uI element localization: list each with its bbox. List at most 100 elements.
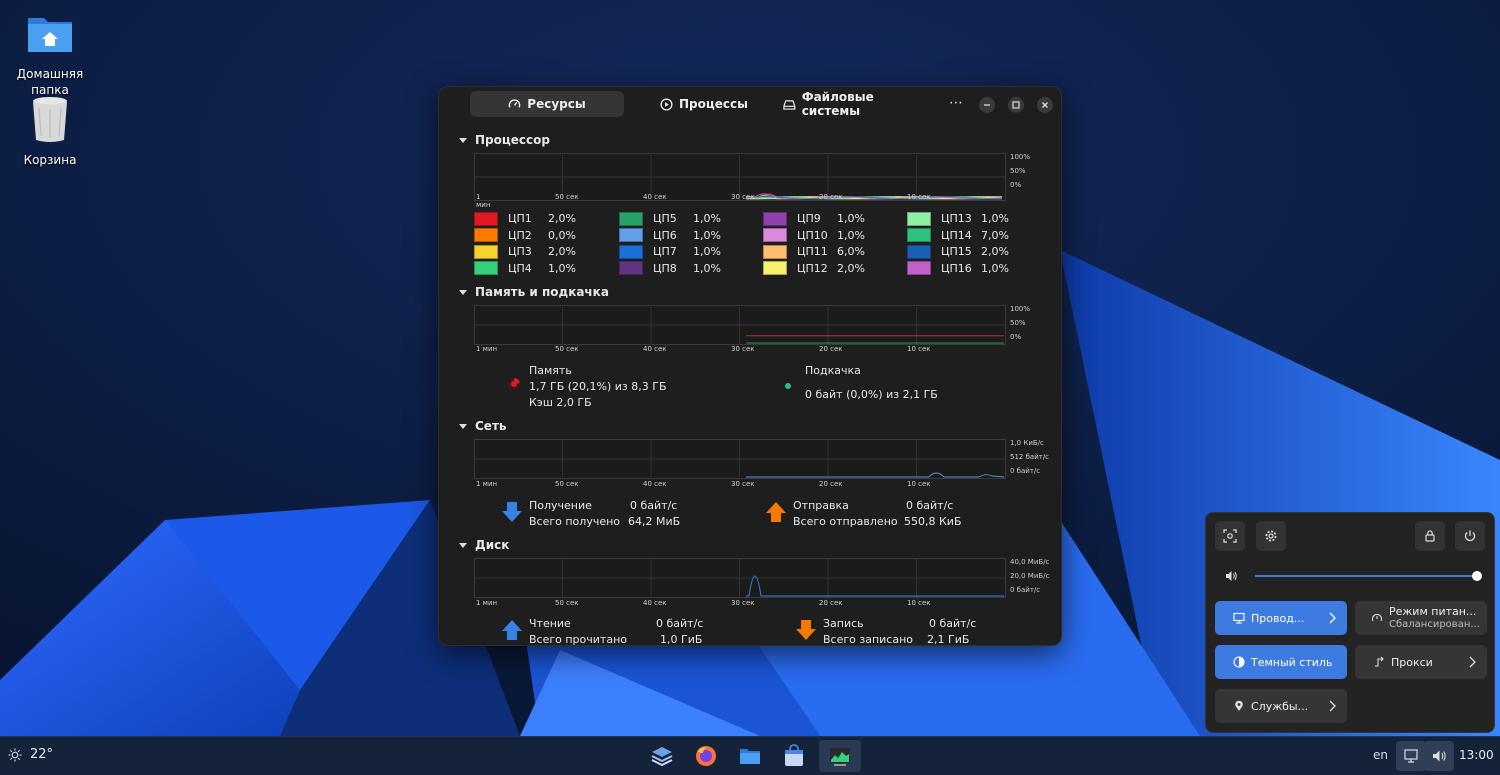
proxy-toggle[interactable]: Прокси <box>1355 645 1487 679</box>
cpu-core-name: ЦП12 <box>797 261 828 275</box>
color-swatch[interactable] <box>619 244 643 259</box>
y-axis-label: 50% <box>1010 167 1026 175</box>
location-services-toggle[interactable]: Службы... <box>1215 689 1347 723</box>
color-swatch[interactable] <box>907 244 931 259</box>
taskbar-app-software[interactable] <box>775 740 813 772</box>
memory-graph-canvas <box>474 305 1006 345</box>
color-swatch[interactable] <box>474 228 498 242</box>
color-swatch[interactable] <box>907 261 931 275</box>
taskbar-app-layers[interactable] <box>643 740 681 772</box>
write-label: Запись <box>823 617 864 630</box>
color-swatch[interactable] <box>763 228 787 242</box>
collapse-caret-icon <box>459 542 467 548</box>
cpu-core-3: ЦП3 2,0% <box>474 244 588 259</box>
y-axis-label: 100% <box>1010 305 1031 313</box>
network-section-header[interactable]: Сеть <box>459 419 507 433</box>
cpu-core-value: 1,0% <box>548 261 576 275</box>
time-tick: 50 сек <box>555 345 579 353</box>
tab-file-systems[interactable]: Файловые системы <box>783 90 933 118</box>
tile-sublabel: Сбалансирован... <box>1389 619 1480 630</box>
lock-button[interactable] <box>1415 521 1445 551</box>
desktop-icon-home[interactable]: Домашняя папка <box>0 8 100 98</box>
chevron-right-icon[interactable] <box>1327 612 1337 624</box>
color-swatch[interactable] <box>619 228 643 242</box>
taskbar-app-system-monitor[interactable] <box>819 740 861 772</box>
time-tick: 30 сек <box>731 345 755 353</box>
taskbar-app-firefox[interactable] <box>687 740 725 772</box>
drive-icon <box>783 99 796 110</box>
color-swatch[interactable] <box>474 261 498 275</box>
cpu-core-10: ЦП10 1,0% <box>763 228 877 243</box>
power-mode-icon <box>1371 613 1383 622</box>
maximize-button[interactable] <box>1008 97 1024 113</box>
send-total-label: Всего отправлено <box>793 515 898 528</box>
chevron-right-icon[interactable] <box>1467 656 1477 668</box>
desktop-icon-trash[interactable]: Корзина <box>0 94 100 168</box>
time-tick: 40 сек <box>643 599 667 607</box>
read-arrow-icon <box>502 620 522 640</box>
section-title: Процессор <box>475 133 550 147</box>
cpu-core-name: ЦП4 <box>508 261 532 275</box>
color-swatch[interactable] <box>474 244 498 259</box>
tile-label: Темный стиль <box>1251 655 1333 669</box>
tab-resources[interactable]: Ресурсы <box>470 91 624 117</box>
volume-slider-track[interactable] <box>1255 571 1482 581</box>
close-button[interactable] <box>1037 97 1053 113</box>
chevron-right-icon[interactable] <box>1327 700 1337 712</box>
write-total-label: Всего записано <box>823 633 914 646</box>
color-swatch[interactable] <box>907 211 931 226</box>
cpu-core-name: ЦП15 <box>941 245 972 258</box>
upload-arrow-icon <box>766 502 786 522</box>
tray-volume-button[interactable] <box>1424 741 1454 771</box>
read-info: Чтение 0 байт/с Всего прочитано 1,0 ГиБ <box>529 616 703 645</box>
send-value: 0 байт/с <box>906 499 954 512</box>
memory-section-header[interactable]: Память и подкачка <box>459 285 609 299</box>
cpu-section-header[interactable]: Процессор <box>459 133 550 147</box>
volume-slider-knob[interactable] <box>1472 571 1482 581</box>
power-button[interactable] <box>1455 521 1485 551</box>
read-label: Чтение <box>529 617 571 630</box>
taskbar-app-files[interactable] <box>731 740 769 772</box>
tray-network-button[interactable] <box>1396 741 1426 771</box>
power-mode-toggle[interactable]: Режим питан... Сбалансирован... <box>1355 601 1487 635</box>
wired-network-toggle[interactable]: Провод... <box>1215 601 1347 635</box>
color-swatch[interactable] <box>763 261 787 275</box>
y-axis-label: 0% <box>1010 333 1022 341</box>
write-arrow-icon <box>796 620 816 640</box>
more-options-button[interactable]: ⋯ <box>949 95 964 111</box>
color-swatch[interactable] <box>763 244 787 259</box>
desktop-icon-label: Корзина <box>23 153 77 167</box>
swap-dot-icon <box>785 383 791 389</box>
section-title: Память и подкачка <box>475 285 609 299</box>
write-value: 0 байт/с <box>929 617 977 630</box>
cpu-core-12: ЦП12 2,0% <box>763 261 877 276</box>
write-info: Запись 0 байт/с Всего записано 2,1 ГиБ <box>823 616 977 646</box>
y-axis-label: 100% <box>1010 153 1031 161</box>
dark-style-toggle[interactable]: Темный стиль <box>1215 645 1347 679</box>
screenshot-button[interactable] <box>1215 521 1245 551</box>
cpu-core-value: 0,0% <box>548 228 576 242</box>
color-swatch[interactable] <box>763 211 787 226</box>
cpu-core-name: ЦП10 <box>797 228 828 242</box>
weather-widget[interactable]: 22° <box>8 747 53 762</box>
disk-section-header[interactable]: Диск <box>459 538 509 552</box>
settings-button[interactable] <box>1256 521 1286 551</box>
minimize-button[interactable] <box>979 97 995 113</box>
cpu-core-value: 2,0% <box>981 245 1009 258</box>
cpu-core-value: 1,0% <box>981 261 1009 275</box>
cpu-core-4: ЦП4 1,0% <box>474 261 588 276</box>
volume-slider-fill <box>1255 575 1477 577</box>
color-swatch[interactable] <box>907 228 931 242</box>
keyboard-layout-indicator[interactable]: en <box>1373 748 1388 762</box>
color-swatch[interactable] <box>619 211 643 226</box>
color-swatch[interactable] <box>474 211 498 226</box>
cpu-core-value: 1,0% <box>693 261 721 275</box>
color-swatch[interactable] <box>619 261 643 275</box>
y-axis-label: 0 байт/с <box>1010 467 1041 475</box>
clock[interactable]: 13:00 <box>1459 748 1494 762</box>
write-total: 2,1 ГиБ <box>927 633 970 646</box>
cpu-core-15: ЦП15 2,0% <box>907 244 1021 259</box>
tab-processes[interactable]: Процессы <box>627 91 781 117</box>
cpu-core-name: ЦП16 <box>941 261 972 275</box>
cpu-core-name: ЦП8 <box>653 261 677 275</box>
